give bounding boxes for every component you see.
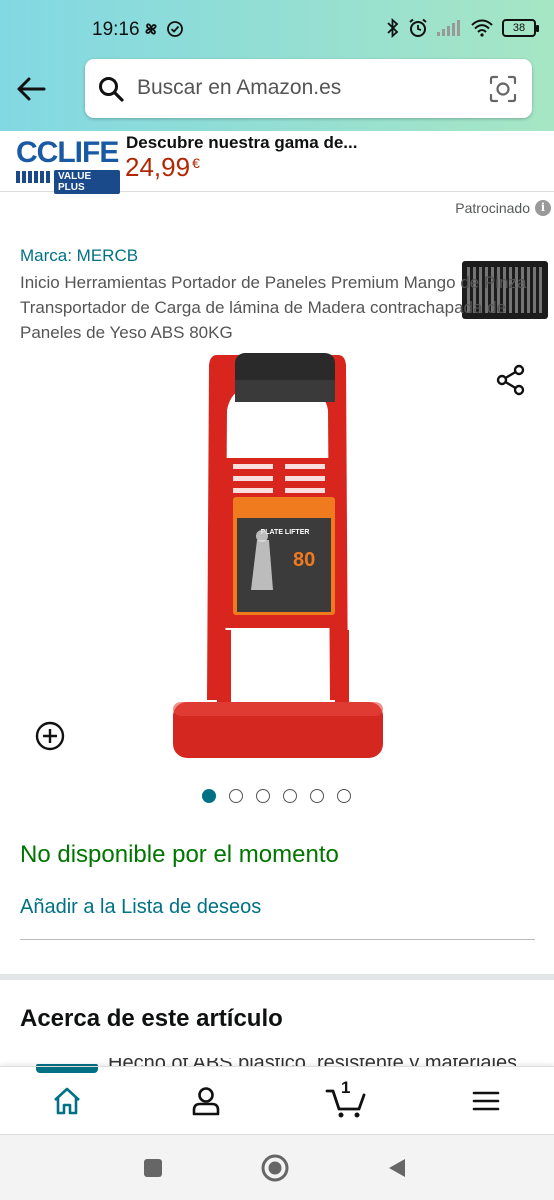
- carousel-dot[interactable]: [256, 789, 270, 803]
- nav-account[interactable]: [184, 1081, 228, 1121]
- brand-logo-text: CCLIFE: [16, 136, 119, 169]
- product-title: Inicio Herramientas Portador de Paneles …: [20, 273, 527, 342]
- nav-active-indicator: [36, 1067, 98, 1073]
- nav-home[interactable]: [45, 1081, 89, 1121]
- system-nav-bar: [0, 1134, 554, 1200]
- brand-logo-subtext: VALUE PLUS: [54, 170, 120, 194]
- divider: [20, 939, 535, 940]
- battery-indicator: 38: [502, 19, 539, 37]
- logo-stripes: [16, 171, 52, 183]
- availability-status: No disponible por el momento: [20, 841, 339, 868]
- camera-search-icon[interactable]: [488, 74, 518, 104]
- triangle-back-icon: [389, 1159, 405, 1177]
- image-carousel-dots: [202, 789, 351, 803]
- cart-count-badge: 1: [341, 1078, 351, 1097]
- home-icon: [54, 1087, 80, 1115]
- product-image[interactable]: PLATE LIFTER 80: [165, 350, 390, 765]
- back-system-button[interactable]: [382, 1153, 412, 1183]
- share-icon: [496, 364, 525, 396]
- carousel-dot[interactable]: [283, 789, 297, 803]
- bluetooth-icon: [387, 18, 399, 38]
- status-time: 19:16: [92, 19, 140, 40]
- user-icon: [192, 1087, 220, 1116]
- status-bar: 19:16 38: [0, 0, 554, 60]
- search-icon: [99, 77, 124, 102]
- signal-icon: [437, 20, 460, 36]
- banner-price: 24,99 €: [125, 152, 200, 183]
- square-icon: [144, 1159, 162, 1177]
- search-input[interactable]: [137, 71, 467, 105]
- banner-price-currency: €: [192, 155, 200, 171]
- recent-apps-button[interactable]: [138, 1153, 168, 1183]
- bottom-nav-bar: 1: [0, 1066, 554, 1134]
- nav-menu[interactable]: [464, 1081, 508, 1121]
- fan-icon: [145, 23, 157, 35]
- menu-icon: [472, 1091, 500, 1111]
- info-icon[interactable]: i: [535, 200, 551, 216]
- wifi-icon: [471, 19, 493, 37]
- arrow-left-icon: [17, 77, 46, 101]
- app-header: 19:16 38: [0, 0, 554, 131]
- circle-icon: [261, 1154, 289, 1182]
- sponsored-text: Patrocinado: [455, 200, 530, 216]
- carousel-dot[interactable]: [202, 789, 216, 803]
- section-separator: [0, 974, 554, 980]
- brand-link[interactable]: Marca: MERCB: [20, 246, 138, 266]
- back-button[interactable]: [14, 72, 48, 106]
- carousel-dot[interactable]: [337, 789, 351, 803]
- product-image-load: 80: [293, 549, 315, 571]
- banner-price-value: 24,99: [125, 152, 191, 182]
- carousel-dot[interactable]: [310, 789, 324, 803]
- brand-logo: CCLIFE VALUE PLUS: [8, 136, 120, 194]
- banner-title[interactable]: Descubre nuestra gama de...: [126, 133, 357, 153]
- plus-circle-icon: [35, 721, 65, 751]
- zoom-button[interactable]: [34, 720, 66, 752]
- share-button[interactable]: [494, 363, 528, 397]
- search-bar[interactable]: [85, 59, 532, 118]
- nav-cart[interactable]: 1: [323, 1078, 369, 1121]
- home-system-button[interactable]: [260, 1153, 290, 1183]
- add-to-wishlist-link[interactable]: Añadir a la Lista de deseos: [20, 896, 261, 919]
- carousel-dot[interactable]: [229, 789, 243, 803]
- sponsored-label[interactable]: Patrocinado i: [455, 200, 551, 216]
- status-left-icons: [142, 20, 184, 38]
- about-section-title: Acerca de este artículo: [20, 1005, 283, 1032]
- check-circle-icon: [167, 21, 183, 37]
- status-right-icons: 38: [386, 18, 539, 38]
- alarm-icon: [409, 18, 427, 37]
